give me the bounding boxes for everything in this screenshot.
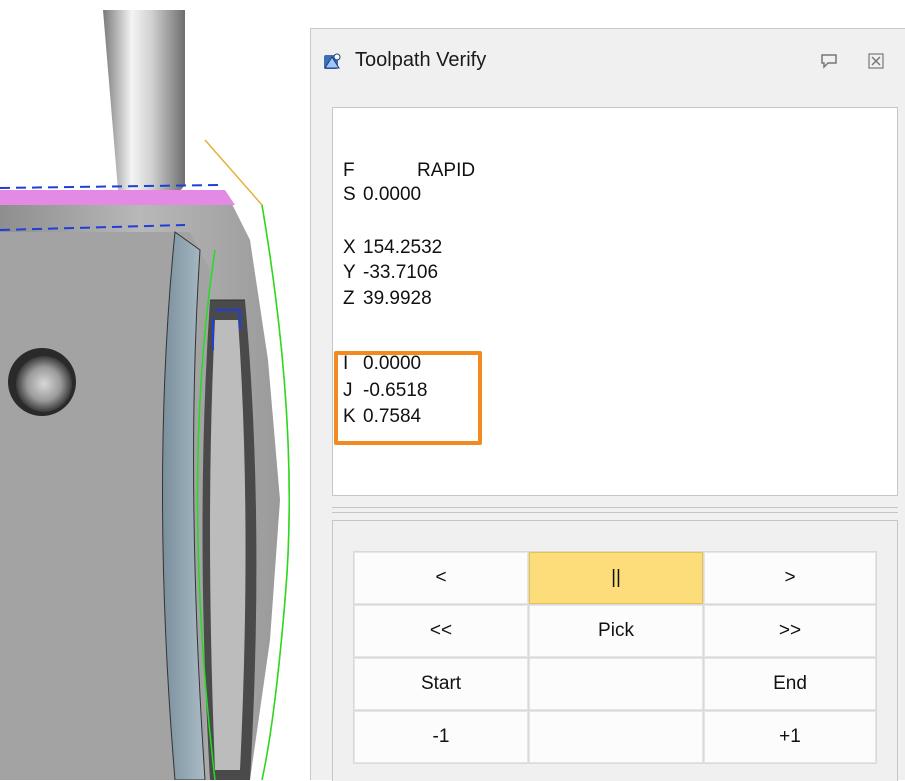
pause-button[interactable]: || (529, 552, 703, 604)
playback-controls: < || > << Pick >> Start End -1 +1 (332, 520, 898, 781)
plus-one-button[interactable]: +1 (704, 711, 876, 763)
window-title: Toolpath Verify (355, 49, 487, 71)
blank-button-2[interactable] (529, 711, 703, 763)
fast-forward-button[interactable]: >> (704, 605, 876, 657)
y-coordinate: Y -33.7106 (343, 262, 439, 283)
feed-line: F (343, 160, 355, 181)
spindle-line: S 0.0000 (343, 184, 422, 205)
x-coordinate: X 154.2532 (343, 237, 443, 258)
step-back-button[interactable]: < (354, 552, 528, 604)
z-coordinate: Z 39.9928 (343, 288, 432, 309)
i-vector: I 0.0000 (343, 353, 422, 374)
end-button[interactable]: End (704, 658, 876, 710)
toolpath-verify-icon (324, 53, 341, 69)
fast-back-button[interactable]: << (354, 605, 528, 657)
toolpath-verify-panel: Toolpath Verify F RAPID S 0.0000 X 154.253… (310, 28, 905, 781)
close-icon[interactable] (865, 51, 887, 71)
part-render (0, 10, 290, 780)
dock-icon[interactable] (818, 51, 840, 71)
j-vector: J -0.6518 (343, 380, 428, 401)
start-button[interactable]: Start (354, 658, 528, 710)
viewport-3d[interactable] (0, 0, 310, 780)
titlebar: Toolpath Verify (311, 29, 905, 93)
pick-button[interactable]: Pick (529, 605, 703, 657)
step-forward-button[interactable]: > (704, 552, 876, 604)
button-grid: < || > << Pick >> Start End -1 +1 (353, 551, 877, 764)
divider (332, 507, 898, 508)
blank-button-1[interactable] (529, 658, 703, 710)
divider (332, 512, 898, 513)
feed-value: RAPID (417, 160, 476, 181)
minus-one-button[interactable]: -1 (354, 711, 528, 763)
toolpath-info-box: F RAPID S 0.0000 X 154.2532 Y -33.7106 Z 39.… (332, 107, 898, 496)
k-vector: K 0.7584 (343, 406, 422, 427)
